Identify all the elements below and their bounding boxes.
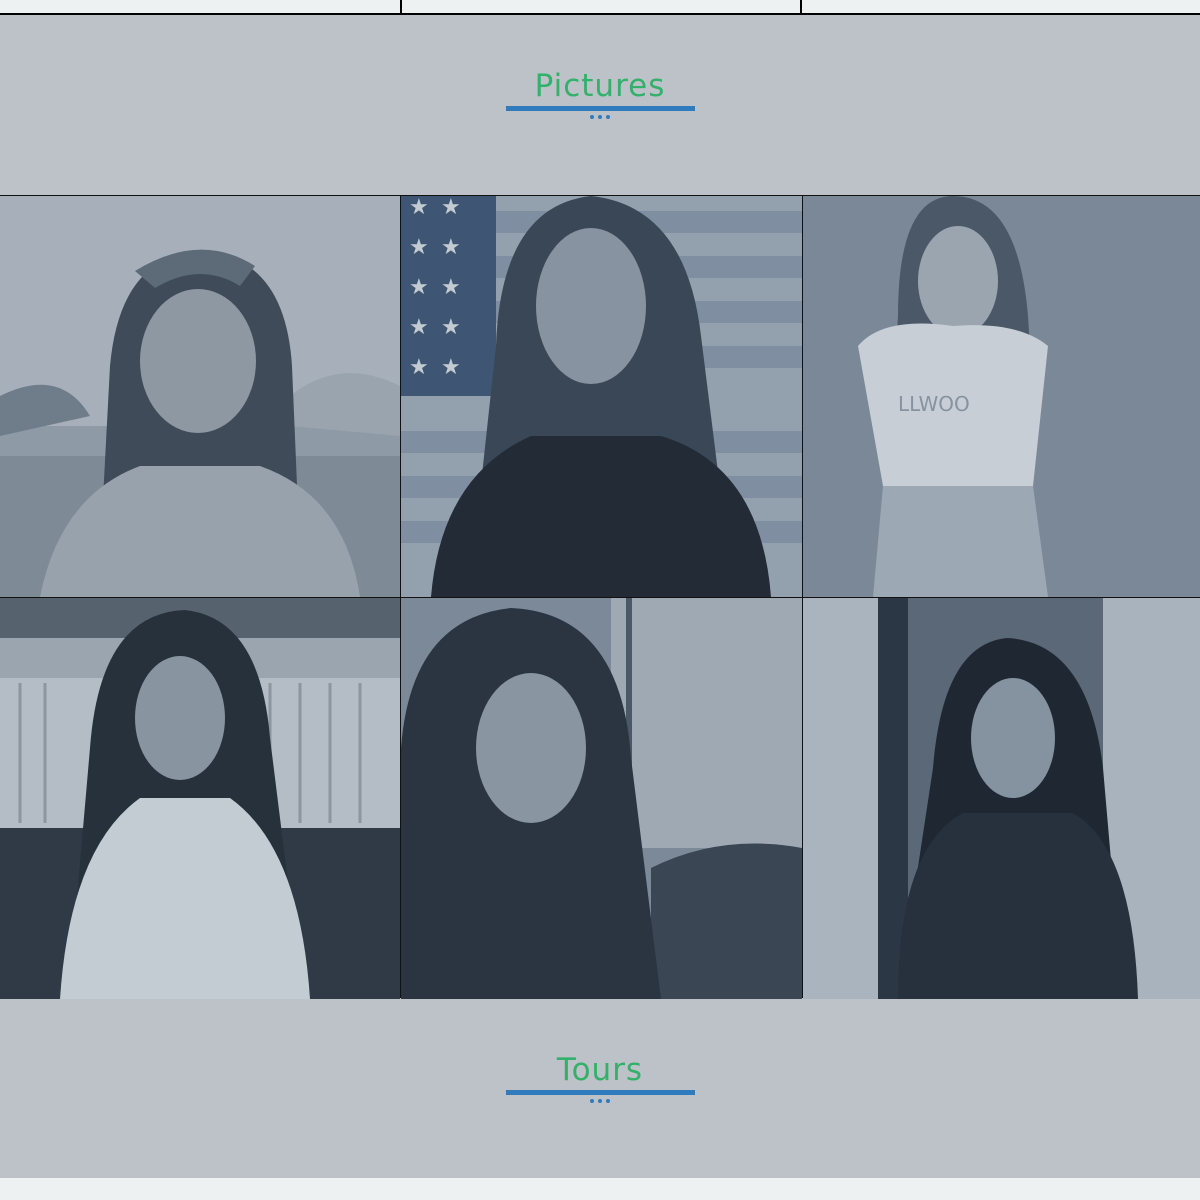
gallery-photo[interactable]: ★ ★ ★ ★ ★ ★ ★ ★ ★ ★ — [401, 196, 802, 597]
photo-woman-headscarf-image — [0, 196, 400, 597]
gallery-photo[interactable] — [401, 598, 802, 999]
svg-text:★: ★ — [441, 196, 461, 220]
pictures-section-title: Pictures — [534, 68, 666, 104]
top-nav-strip — [0, 0, 1200, 15]
svg-text:★: ★ — [441, 235, 461, 260]
photo-woman-sofa-image — [401, 598, 802, 999]
photo-woman-hollywood-tee-image: LLWOO — [803, 196, 1200, 597]
tours-section-title: Tours — [556, 1052, 644, 1088]
photo-woman-radiator-image — [0, 598, 400, 999]
svg-text:★: ★ — [441, 355, 461, 380]
svg-text:★: ★ — [409, 355, 429, 380]
title-underline — [505, 106, 695, 111]
top-nav-cell[interactable] — [400, 0, 800, 13]
svg-text:★: ★ — [409, 315, 429, 340]
top-nav-cell[interactable] — [800, 0, 1200, 13]
title-underline — [505, 1090, 695, 1095]
gallery-photo[interactable] — [0, 196, 400, 597]
photo-woman-doorway-image — [803, 598, 1200, 999]
svg-text:★: ★ — [441, 275, 461, 300]
svg-text:★: ★ — [409, 196, 429, 220]
svg-text:LLWOO: LLWOO — [898, 392, 970, 416]
top-nav-cell[interactable] — [0, 0, 400, 13]
bottom-strip — [0, 1178, 1200, 1200]
svg-text:★: ★ — [409, 275, 429, 300]
svg-text:★: ★ — [409, 235, 429, 260]
gallery-photo[interactable] — [0, 598, 400, 999]
tours-section-header: Tours — [0, 1052, 1200, 1103]
gallery-photo[interactable] — [803, 598, 1200, 999]
pictures-section-header: Pictures — [0, 68, 1200, 119]
pictures-gallery: ★ ★ ★ ★ ★ ★ ★ ★ ★ ★ LLWOO — [0, 195, 1200, 999]
svg-text:★: ★ — [441, 315, 461, 340]
gallery-photo[interactable]: LLWOO — [803, 196, 1200, 597]
photo-woman-flag-image: ★ ★ ★ ★ ★ ★ ★ ★ ★ ★ — [401, 196, 802, 597]
title-dots-ornament — [0, 115, 1200, 119]
title-dots-ornament — [0, 1099, 1200, 1103]
